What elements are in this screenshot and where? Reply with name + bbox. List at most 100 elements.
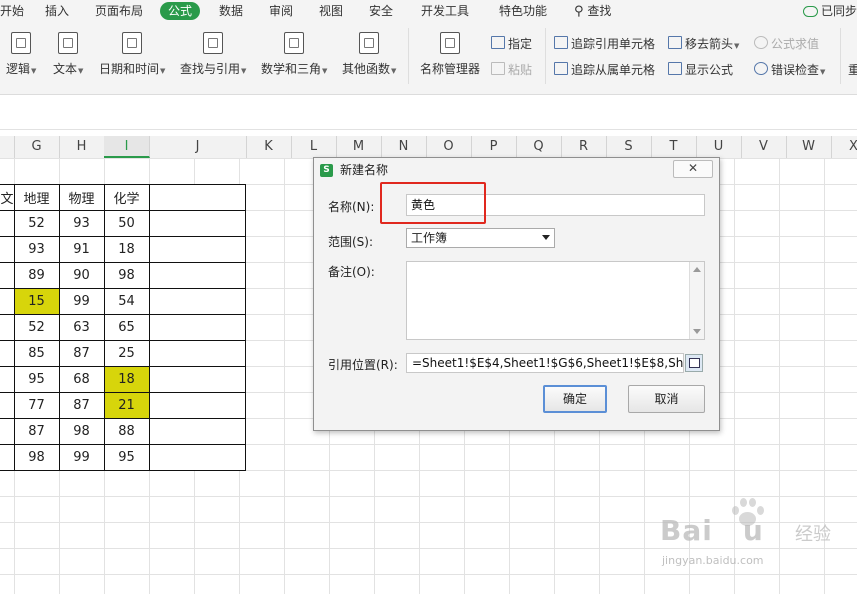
table-cell[interactable]: 文 bbox=[0, 184, 15, 211]
table-cell[interactable]: 25 bbox=[103, 340, 150, 367]
column-header-l[interactable]: L bbox=[291, 136, 337, 158]
table-cell[interactable] bbox=[148, 314, 246, 341]
table-cell[interactable]: 87 bbox=[13, 418, 60, 445]
scope-select[interactable]: 工作簿 bbox=[406, 228, 555, 248]
table-cell[interactable] bbox=[148, 392, 246, 419]
column-header-k[interactable]: K bbox=[246, 136, 292, 158]
column-header-partial[interactable] bbox=[0, 136, 15, 158]
refers-to-input[interactable]: =Sheet1!$E$4,Sheet1!$G$6,Sheet1!$E$8,She… bbox=[406, 353, 684, 373]
table-cell[interactable] bbox=[148, 184, 246, 211]
table-cell[interactable]: 88 bbox=[103, 418, 150, 445]
table-cell[interactable]: 95 bbox=[13, 366, 60, 393]
other-functions-button[interactable]: 其他函数▼ bbox=[342, 32, 396, 77]
table-cell[interactable] bbox=[148, 210, 246, 237]
table-cell[interactable]: 99 bbox=[58, 288, 105, 315]
column-header-i[interactable]: I bbox=[104, 136, 150, 158]
math-functions-button[interactable]: 数学和三角▼ bbox=[261, 32, 327, 77]
tab-formulas[interactable]: 公式 bbox=[160, 2, 201, 20]
name-manager-button[interactable]: 名称管理器 bbox=[420, 32, 480, 77]
comment-scrollbar[interactable] bbox=[689, 262, 704, 339]
table-cell[interactable]: 54 bbox=[103, 288, 150, 315]
table-cell[interactable] bbox=[0, 288, 15, 315]
column-header-u[interactable]: U bbox=[696, 136, 742, 158]
table-cell[interactable] bbox=[0, 418, 15, 445]
table-cell[interactable]: 90 bbox=[58, 262, 105, 289]
column-header-j[interactable]: J bbox=[149, 136, 247, 158]
table-cell[interactable]: 77 bbox=[13, 392, 60, 419]
tab-special-features[interactable]: 特色功能 bbox=[499, 0, 547, 22]
table-cell[interactable]: 52 bbox=[13, 210, 60, 237]
tab-home[interactable]: 开始 bbox=[0, 0, 24, 22]
table-cell[interactable] bbox=[0, 314, 15, 341]
table-cell[interactable] bbox=[148, 236, 246, 263]
tab-developer[interactable]: 开发工具 bbox=[421, 0, 469, 22]
lookup-functions-button[interactable]: 查找与引用▼ bbox=[180, 32, 246, 77]
table-cell[interactable]: 89 bbox=[13, 262, 60, 289]
column-header-s[interactable]: S bbox=[606, 136, 652, 158]
trace-dependents-button[interactable]: 追踪从属单元格 bbox=[554, 62, 655, 78]
column-header-p[interactable]: P bbox=[471, 136, 517, 158]
column-header-n[interactable]: N bbox=[381, 136, 427, 158]
text-functions-button[interactable]: 文本▼ bbox=[53, 32, 83, 77]
table-cell[interactable]: 63 bbox=[58, 314, 105, 341]
table-cell[interactable] bbox=[0, 210, 15, 237]
table-cell[interactable]: 98 bbox=[58, 418, 105, 445]
table-cell[interactable] bbox=[148, 340, 246, 367]
column-header-m[interactable]: M bbox=[336, 136, 382, 158]
table-cell[interactable]: 98 bbox=[13, 444, 60, 471]
formula-bar[interactable] bbox=[0, 95, 857, 130]
table-cell[interactable]: 93 bbox=[58, 210, 105, 237]
table-cell[interactable]: 87 bbox=[58, 340, 105, 367]
table-cell[interactable] bbox=[0, 236, 15, 263]
tab-security[interactable]: 安全 bbox=[369, 0, 393, 22]
tab-view[interactable]: 视图 bbox=[319, 0, 343, 22]
table-cell[interactable]: 52 bbox=[13, 314, 60, 341]
table-cell[interactable]: 91 bbox=[58, 236, 105, 263]
ok-button[interactable]: 确定 bbox=[543, 385, 607, 413]
table-cell[interactable] bbox=[0, 340, 15, 367]
remove-arrows-button[interactable]: 移去箭头▼ bbox=[668, 36, 739, 52]
table-cell[interactable]: 85 bbox=[13, 340, 60, 367]
table-cell[interactable]: 95 bbox=[103, 444, 150, 471]
tab-page-layout[interactable]: 页面布局 bbox=[95, 0, 143, 22]
table-cell[interactable] bbox=[148, 418, 246, 445]
show-formulas-button[interactable]: 显示公式 bbox=[668, 62, 733, 78]
evaluate-formula-button[interactable]: 公式求值 bbox=[754, 36, 819, 52]
table-header-chemistry[interactable]: 化学 bbox=[103, 184, 150, 211]
table-cell[interactable] bbox=[0, 366, 15, 393]
table-cell[interactable] bbox=[148, 444, 246, 471]
column-header-w[interactable]: W bbox=[786, 136, 832, 158]
table-cell[interactable] bbox=[0, 262, 15, 289]
table-cell[interactable]: 98 bbox=[103, 262, 150, 289]
table-cell[interactable] bbox=[148, 262, 246, 289]
table-cell[interactable]: 87 bbox=[58, 392, 105, 419]
close-button[interactable]: ✕ bbox=[673, 160, 713, 178]
column-header-x[interactable]: X bbox=[831, 136, 857, 158]
logical-functions-button[interactable]: 逻辑▼ bbox=[6, 32, 36, 77]
table-cell-highlighted[interactable]: 18 bbox=[103, 366, 150, 393]
table-cell-highlighted[interactable]: 21 bbox=[103, 392, 150, 419]
column-header-h[interactable]: H bbox=[59, 136, 105, 158]
column-header-r[interactable]: R bbox=[561, 136, 607, 158]
table-header-physics[interactable]: 物理 bbox=[58, 184, 105, 211]
table-cell[interactable] bbox=[0, 444, 15, 471]
table-cell-highlighted[interactable]: 15 bbox=[13, 288, 60, 315]
datetime-functions-button[interactable]: 日期和时间▼ bbox=[99, 32, 165, 77]
column-header-v[interactable]: V bbox=[741, 136, 787, 158]
collapse-range-icon[interactable] bbox=[685, 354, 703, 372]
column-header-g[interactable]: G bbox=[14, 136, 60, 158]
table-cell[interactable]: 99 bbox=[58, 444, 105, 471]
tab-insert[interactable]: 插入 bbox=[45, 0, 69, 22]
table-cell[interactable]: 65 bbox=[103, 314, 150, 341]
table-header-geography[interactable]: 地理 bbox=[13, 184, 60, 211]
paste-name-button[interactable]: 粘贴 bbox=[491, 62, 532, 78]
recalc-button-partial[interactable]: 重 bbox=[848, 62, 857, 78]
tab-data[interactable]: 数据 bbox=[219, 0, 243, 22]
column-header-t[interactable]: T bbox=[651, 136, 697, 158]
table-cell[interactable]: 68 bbox=[58, 366, 105, 393]
table-cell[interactable]: 50 bbox=[103, 210, 150, 237]
table-cell[interactable] bbox=[0, 392, 15, 419]
table-cell[interactable]: 18 bbox=[103, 236, 150, 263]
tab-review[interactable]: 审阅 bbox=[269, 0, 293, 22]
dialog-titlebar[interactable]: S 新建名称 ✕ bbox=[314, 158, 719, 182]
